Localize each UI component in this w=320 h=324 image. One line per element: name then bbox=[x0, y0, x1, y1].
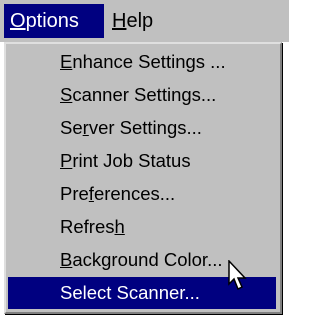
access-key: E bbox=[60, 51, 73, 72]
menu-help-access-key: H bbox=[112, 10, 127, 32]
menu-item-scanner-settings[interactable]: Scanner Settings... bbox=[8, 79, 276, 111]
menu-item-preferences[interactable]: Preferences... bbox=[8, 178, 276, 210]
menu-options-label: ptions bbox=[25, 10, 79, 32]
menu-bar: Options Help bbox=[0, 0, 289, 42]
menu-options-access-key: O bbox=[10, 10, 26, 32]
access-key: P bbox=[60, 150, 73, 171]
menu-options[interactable]: Options bbox=[4, 4, 104, 38]
menu-help[interactable]: Help bbox=[106, 4, 159, 38]
application-window: Options Help Enhance Settings ... Scanne… bbox=[0, 0, 289, 324]
access-key: h bbox=[114, 216, 125, 237]
menu-item-print-job-status[interactable]: Print Job Status bbox=[8, 145, 276, 177]
menu-item-refresh[interactable]: Refresh bbox=[8, 211, 276, 243]
access-key: S bbox=[60, 84, 73, 105]
menu-item-enhance-settings[interactable]: Enhance Settings ... bbox=[8, 46, 276, 78]
access-key: B bbox=[60, 249, 73, 270]
menu-item-server-settings[interactable]: Server Settings... bbox=[8, 112, 276, 144]
menu-help-label: elp bbox=[126, 10, 154, 32]
arrow-cursor-icon bbox=[228, 260, 247, 291]
